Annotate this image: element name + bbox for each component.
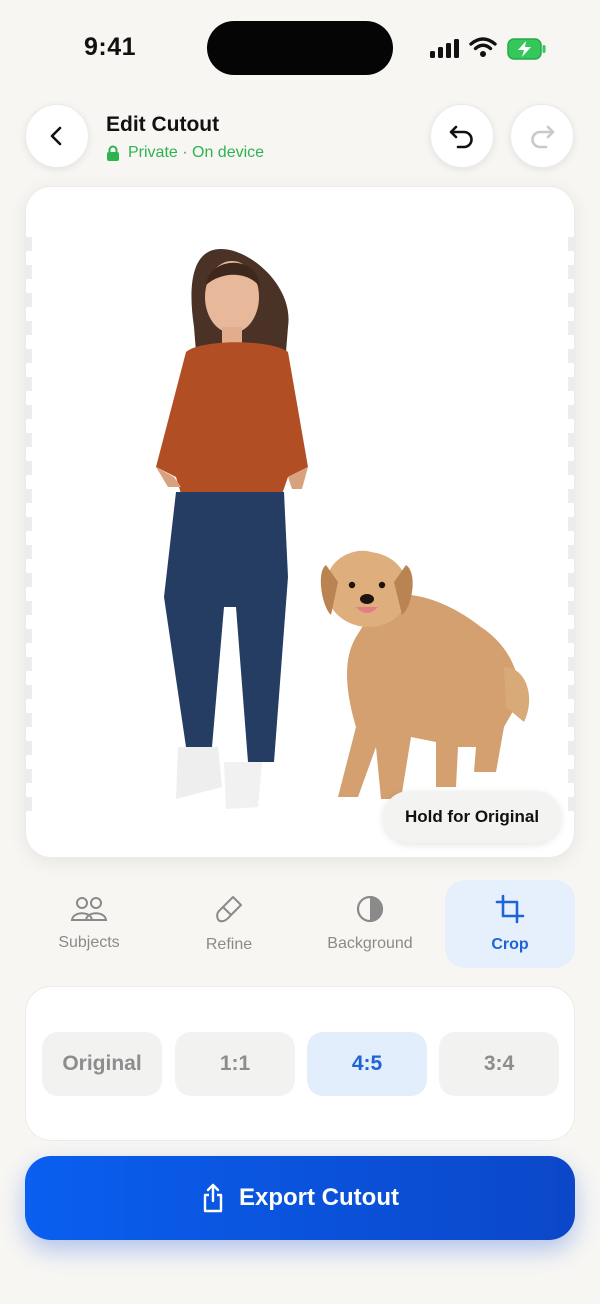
woman-cutout (156, 249, 308, 809)
dog-cutout (320, 550, 530, 799)
tab-refine[interactable]: Refine (164, 880, 294, 968)
tool-tabs: Subjects Refine Background Crop (20, 880, 580, 970)
crop-icon (495, 894, 525, 924)
battery-charging-icon (507, 38, 546, 60)
export-label: Export Cutout (239, 1184, 399, 1211)
header: Edit Cutout Private · On device (0, 100, 600, 175)
undo-button[interactable] (430, 104, 494, 168)
privacy-status: Private · On device (106, 144, 264, 162)
status-time: 9:41 (84, 33, 137, 61)
ratio-4-5-button[interactable]: 4:5 (307, 1032, 427, 1096)
tab-crop-label: Crop (491, 936, 529, 953)
hold-for-original-button[interactable]: Hold for Original (383, 791, 561, 843)
cellular-signal-icon (430, 39, 459, 58)
export-cutout-button[interactable]: Export Cutout (25, 1156, 575, 1240)
page-title: Edit Cutout (106, 113, 220, 136)
dynamic-island (207, 21, 393, 75)
tab-background-label: Background (327, 935, 413, 952)
ratio-original-button[interactable]: Original (42, 1032, 162, 1096)
tab-subjects-label: Subjects (58, 934, 120, 951)
privacy-status-label: Private · On device (128, 144, 265, 161)
share-icon (203, 1183, 223, 1213)
cutout-subjects (156, 249, 530, 809)
chevron-left-icon (50, 126, 62, 146)
tab-refine-label: Refine (205, 936, 253, 953)
cutout-canvas[interactable]: Hold for Original (25, 186, 575, 858)
contrast-icon (356, 895, 384, 923)
back-button[interactable] (25, 104, 89, 168)
lock-icon (107, 145, 119, 161)
tab-background[interactable]: Background (305, 880, 435, 968)
aspect-ratio-panel: Original 1:1 4:5 3:4 (25, 986, 575, 1141)
ratio-3-4-button[interactable]: 3:4 (439, 1032, 559, 1096)
tab-subjects[interactable]: Subjects (24, 880, 154, 968)
tab-crop[interactable]: Crop (445, 880, 575, 968)
wifi-icon (469, 37, 497, 57)
redo-icon (531, 125, 555, 149)
ratio-1-1-button[interactable]: 1:1 (175, 1032, 295, 1096)
status-bar: 9:41 (0, 0, 600, 96)
people-icon (70, 897, 108, 921)
undo-icon (449, 125, 473, 149)
redo-button[interactable] (510, 104, 574, 168)
brush-icon (216, 896, 242, 923)
